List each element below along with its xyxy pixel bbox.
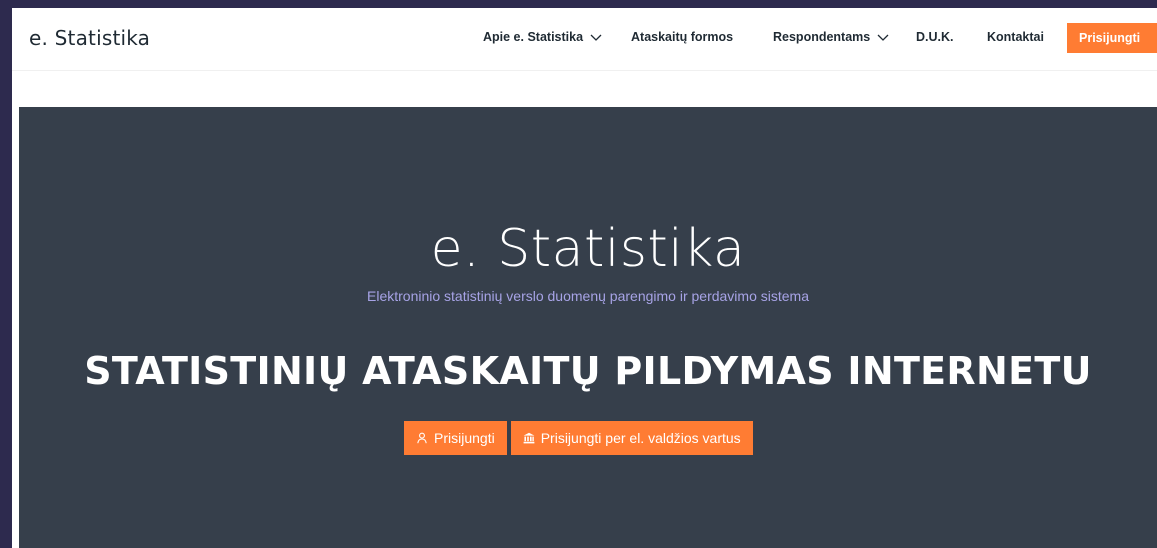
hero-headline: STATISTINIŲ ATASKAITŲ PILDYMAS INTERNETU <box>84 349 1092 393</box>
logo-suffix: Statistika <box>48 26 151 50</box>
nav-item-duk[interactable]: D.U.K. <box>916 30 954 44</box>
top-navigation: e. Statistika Apie e. Statistika Ataskai… <box>12 8 1157 71</box>
gov-login-button[interactable]: Prisijungti per el. valdžios vartus <box>510 421 753 455</box>
nav-item-label: Ataskaitų formos <box>631 30 734 44</box>
hero-title: e. Statistika <box>430 219 746 279</box>
login-button[interactable]: Prisijungti <box>1067 23 1157 53</box>
hero-login-label: Prisijungti <box>434 430 495 446</box>
nav-item-respondentams[interactable]: Respondentams <box>773 30 890 44</box>
nav-item-label: Respondentams <box>773 30 871 44</box>
chevron-down-icon <box>876 32 890 42</box>
page: e. Statistika Apie e. Statistika Ataskai… <box>12 8 1157 548</box>
hero-login-button[interactable]: Prisijungti <box>404 421 507 455</box>
nav-item-kontaktai[interactable]: Kontaktai <box>987 30 1044 44</box>
bank-icon <box>523 432 535 444</box>
nav-item-apie[interactable]: Apie e. Statistika <box>483 30 603 44</box>
site-logo[interactable]: e. Statistika <box>29 26 150 50</box>
nav-item-label: Apie e. Statistika <box>483 30 584 44</box>
hero-section: e. Statistika Elektroninio statistinių v… <box>19 107 1157 548</box>
nav-item-label: D.U.K. <box>916 30 954 44</box>
nav-item-ataskaitu-formos[interactable]: Ataskaitų formos <box>631 30 733 44</box>
nav-item-label: Kontaktai <box>987 30 1044 44</box>
logo-prefix: e <box>29 26 42 50</box>
user-icon <box>416 432 428 444</box>
gov-login-label: Prisijungti per el. valdžios vartus <box>540 430 741 446</box>
hero-subtitle: Elektroninio statistinių verslo duomenų … <box>367 288 809 304</box>
hero-button-row: Prisijungti Prisijungti per el. valdžios… <box>404 421 753 455</box>
chevron-down-icon <box>589 32 603 42</box>
